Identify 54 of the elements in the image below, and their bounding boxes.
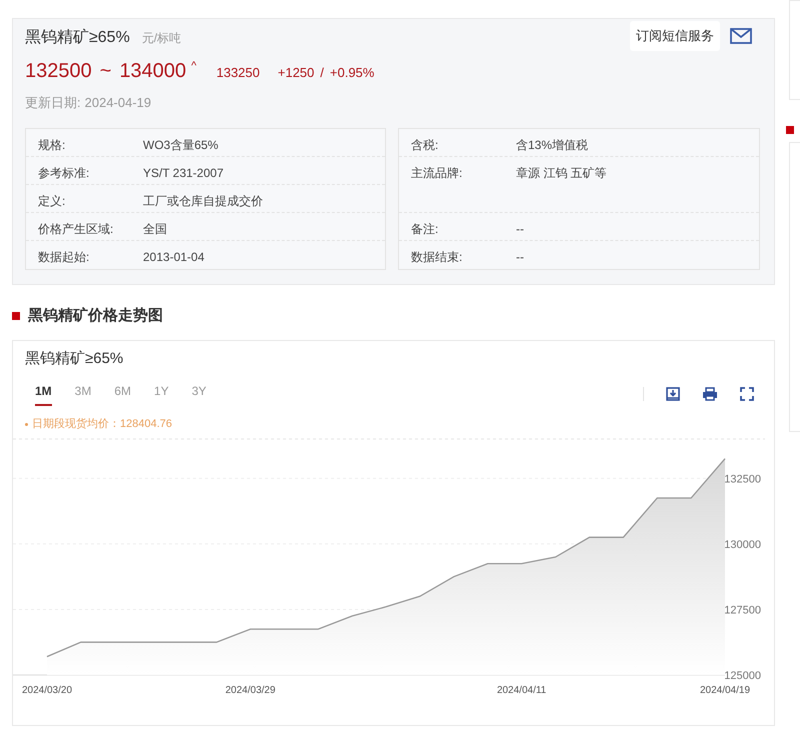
spec-value: YS/T 231-2007 bbox=[143, 164, 224, 182]
x-axis-label: 2024/04/19 bbox=[700, 684, 750, 696]
subscribe-button[interactable]: 订阅短信服务 bbox=[630, 21, 720, 51]
spec-label: 价格产生区域: bbox=[38, 220, 114, 238]
update-label: 更新日期: bbox=[25, 94, 81, 112]
spec-label: 备注: bbox=[411, 220, 440, 238]
spec-label: 数据起始: bbox=[38, 248, 90, 266]
spec-label: 规格: bbox=[38, 136, 66, 154]
x-axis-label: 2024/03/29 bbox=[225, 684, 276, 696]
price-separator: ~ bbox=[100, 59, 112, 84]
x-axis-label: 2024/04/11 bbox=[496, 684, 546, 696]
y-axis-label: 132500 bbox=[724, 472, 761, 485]
y-axis-label: 125000 bbox=[724, 670, 761, 682]
change-percent: +0.95% bbox=[330, 64, 374, 82]
price-low: 132500 bbox=[25, 59, 92, 84]
x-axis-label: 2024/03/20 bbox=[22, 684, 72, 696]
spec-value: 章源 江钨 五矿等 bbox=[516, 164, 607, 182]
y-axis-label: 130000 bbox=[724, 538, 761, 550]
y-axis-label: 127500 bbox=[724, 604, 761, 616]
range-tab[interactable]: 3M bbox=[74, 382, 92, 406]
spec-value: 含13%增值税 bbox=[516, 136, 588, 154]
spec-value: -- bbox=[516, 220, 524, 238]
spec-label: 数据结束: bbox=[411, 248, 464, 266]
section-marker bbox=[12, 312, 20, 320]
mail-icon[interactable] bbox=[730, 28, 752, 44]
chart-title: 黑钨精矿≥65% bbox=[25, 348, 124, 368]
average-price: 133250 bbox=[216, 64, 260, 82]
update-date: 2024-04-19 bbox=[84, 94, 152, 112]
range-tab[interactable]: 6M bbox=[114, 382, 132, 406]
fullscreen-icon[interactable] bbox=[740, 387, 754, 401]
price-change: +1250 bbox=[278, 64, 314, 82]
range-tab[interactable]: 1Y bbox=[154, 382, 169, 406]
spec-value: 全国 bbox=[143, 220, 167, 238]
section-heading: 黑钨精矿价格走势图 bbox=[28, 306, 163, 326]
product-name: 黑钨精矿≥65% bbox=[25, 28, 130, 48]
range-tab[interactable]: 3Y bbox=[192, 382, 206, 406]
print-icon[interactable] bbox=[702, 387, 718, 401]
price-high: 134000 bbox=[119, 59, 186, 84]
spec-value: 工厂或仓库自提成交价 bbox=[143, 192, 263, 210]
download-image-icon[interactable] bbox=[666, 387, 680, 401]
spec-label: 主流品牌: bbox=[411, 164, 464, 182]
bullet-icon bbox=[25, 422, 28, 426]
spec-value: 2013-01-04 bbox=[143, 248, 204, 266]
spec-value: WO3含量65% bbox=[143, 136, 218, 154]
range-tab[interactable]: 1M bbox=[35, 382, 52, 406]
average-note: 日期段现货均价：128404.76 bbox=[32, 417, 172, 432]
change-separator: / bbox=[320, 64, 324, 82]
section-marker bbox=[786, 126, 794, 134]
unit-label: 元/标吨 bbox=[142, 30, 182, 47]
trend-symbol: ^ bbox=[191, 59, 196, 74]
spec-value: -- bbox=[516, 248, 524, 266]
spec-label: 定义: bbox=[38, 192, 66, 210]
spec-label: 含税: bbox=[411, 136, 440, 154]
spec-label: 参考标准: bbox=[38, 164, 90, 182]
